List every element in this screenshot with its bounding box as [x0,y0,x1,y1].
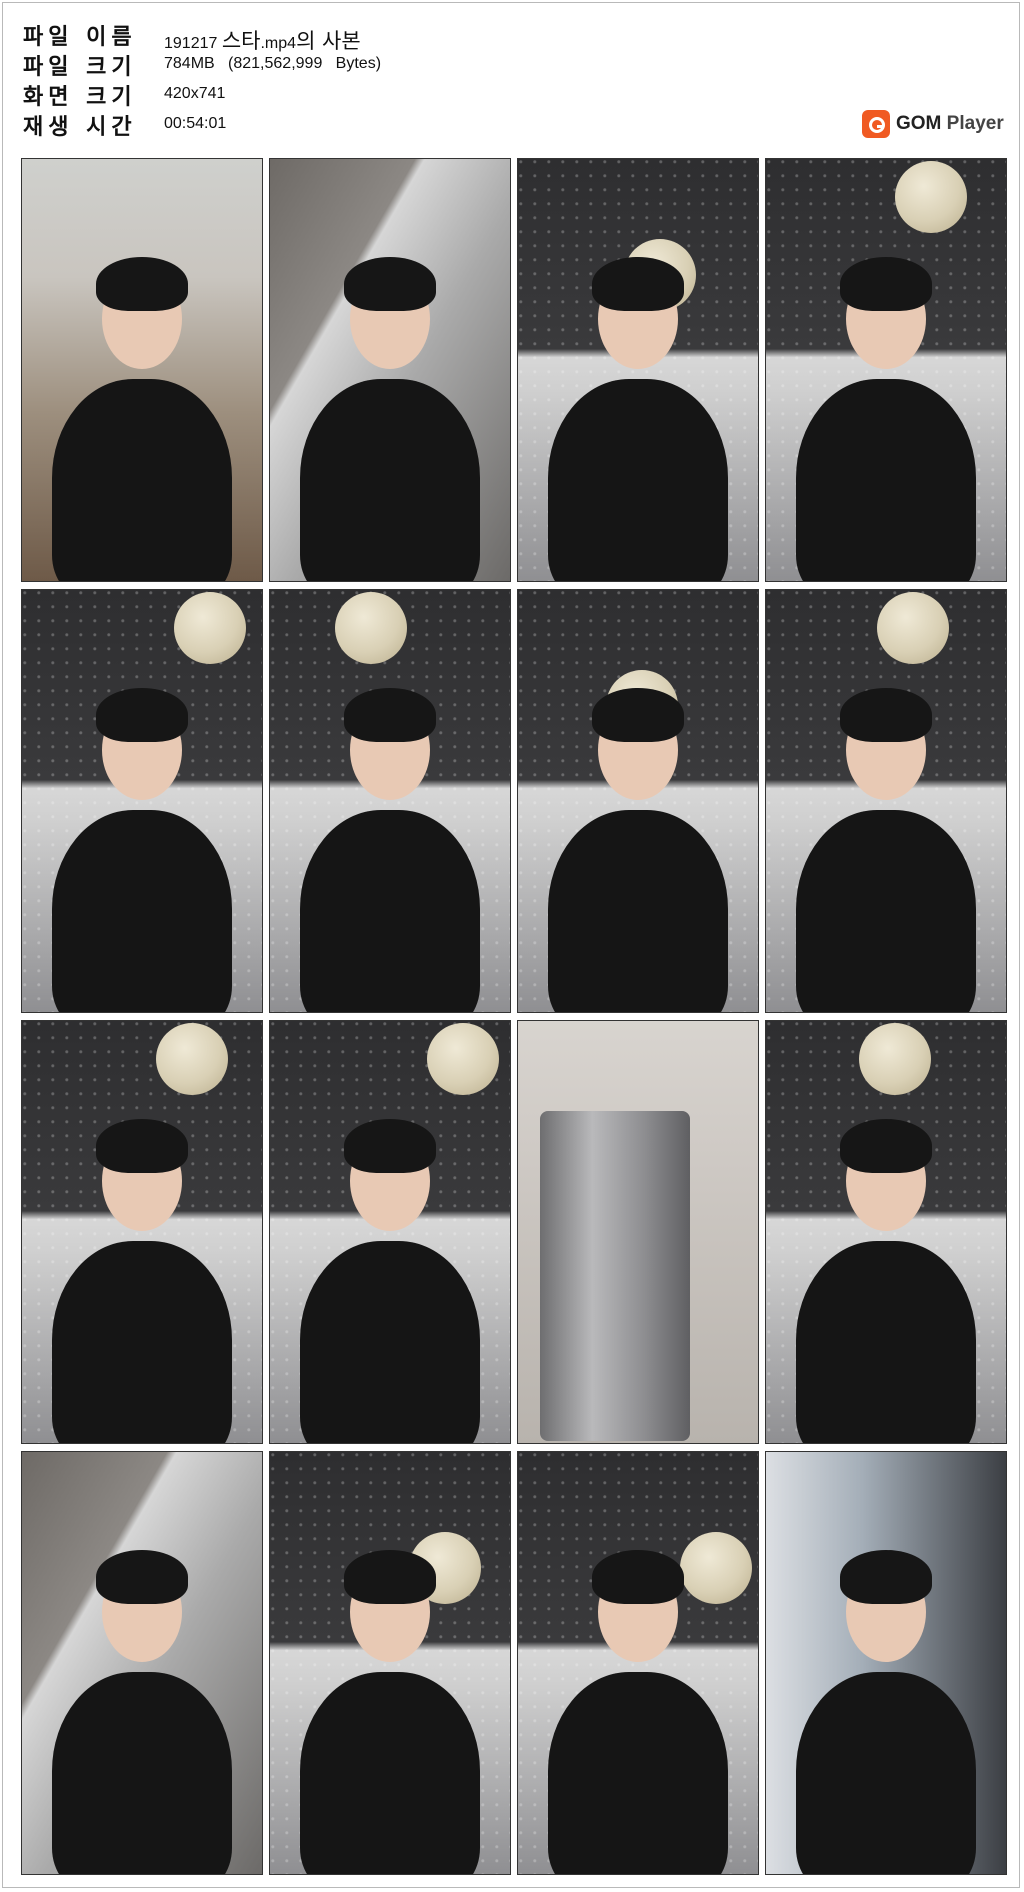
video-thumbnail [517,1451,759,1875]
moon-decoration [335,592,407,664]
video-thumbnail [517,589,759,1013]
moon-decoration [680,1532,752,1604]
person-figure [52,1241,232,1443]
video-thumbnail [269,589,511,1013]
moon-decoration [427,1023,499,1095]
person-hair [840,1119,932,1173]
person-hair [96,688,188,742]
person-hair [96,257,188,311]
person-hair [344,257,436,311]
resolution-label: 화면 크기 [23,85,137,110]
person-hair [840,1550,932,1604]
video-thumbnail [765,1451,1007,1875]
person-hair [96,1119,188,1173]
person-figure [300,810,480,1012]
video-thumbnail [765,589,1007,1013]
person-hair [344,1550,436,1604]
person-figure [52,1672,232,1874]
video-thumbnail [269,1451,511,1875]
person-figure [300,1241,480,1443]
video-thumbnail [517,1020,759,1444]
person-hair [840,688,932,742]
person-figure [52,379,232,581]
video-thumbnail [517,158,759,582]
person-hair [592,688,684,742]
resolution-value: 420x741 [164,85,226,102]
file-size-label: 파일 크기 [23,55,137,80]
person-hair [344,688,436,742]
video-thumbnail [21,589,263,1013]
file-name-value: 191217 스타.mp4의 사본 [164,29,361,53]
person-hair [592,1550,684,1604]
video-thumbnail [269,1020,511,1444]
video-thumbnail [765,1020,1007,1444]
gom-logo-icon [862,110,890,138]
person-hair [592,257,684,311]
person-figure [548,810,728,1012]
video-thumbnail [765,158,1007,582]
file-size-value: 784MB (821,562,999 Bytes) [164,55,382,72]
video-thumbnail [21,158,263,582]
person-figure [796,379,976,581]
moon-decoration [895,161,967,233]
moon-decoration [156,1023,228,1095]
person-figure [796,1672,976,1874]
person-hair [344,1119,436,1173]
thumbnail-grid [21,158,1007,1875]
duration-value: 00:54:01 [164,115,227,132]
moon-decoration [174,592,246,664]
video-thumbnail [269,158,511,582]
duration-label: 재생 시간 [23,115,137,140]
video-thumbnail [21,1020,263,1444]
person-figure [300,379,480,581]
person-figure [796,810,976,1012]
gom-logo-text: GOM Player [896,113,1004,134]
person-figure [52,810,232,1012]
person-hair [96,1550,188,1604]
thumbnail-sheet: 파일 이름 191217 스타.mp4의 사본 파일 크기 784MB (821… [2,2,1020,1888]
person-figure [548,379,728,581]
person-figure [300,1672,480,1874]
moon-decoration [859,1023,931,1095]
moon-decoration [877,592,949,664]
person-figure [548,1672,728,1874]
video-thumbnail [21,1451,263,1875]
refrigerator [540,1111,690,1441]
file-name-label: 파일 이름 [23,25,137,50]
person-figure [796,1241,976,1443]
person-hair [840,257,932,311]
